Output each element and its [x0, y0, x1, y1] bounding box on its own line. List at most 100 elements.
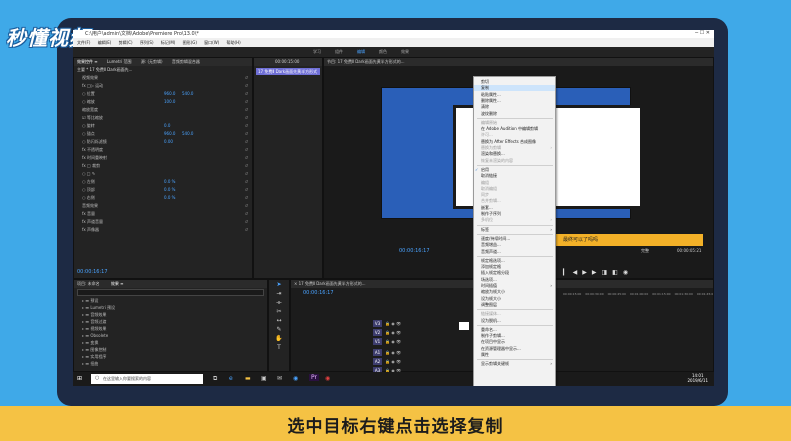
effects-list-item[interactable]: ▸ ▬ Lumetri 预设 [74, 304, 267, 311]
track-header[interactable]: A2 🔒 ◉ 👁 [373, 358, 463, 366]
pen-tool-icon[interactable]: ✎ [269, 325, 289, 334]
menu-item[interactable]: 音频声道... [474, 249, 555, 255]
effect-row[interactable]: ○ 缩放 100.0 ↺ [74, 98, 252, 106]
track-select-icon[interactable]: ⇥ [269, 289, 289, 298]
menu-item[interactable]: 标签 [474, 227, 555, 233]
effect-row[interactable]: fx 不透明度 ↺ [74, 146, 252, 154]
task-view-icon[interactable]: ⧉ [213, 375, 217, 383]
folder-icon[interactable]: ▬ [245, 375, 251, 382]
reset-icon[interactable]: ↺ [245, 90, 248, 98]
program-fit-select[interactable]: 完整 [641, 248, 649, 254]
minimize-icon[interactable]: ─ [695, 30, 698, 36]
menu-item[interactable]: 启用 [474, 167, 555, 173]
effect-row[interactable]: ○ □ ✎ ↺ [74, 170, 252, 178]
tab-source[interactable]: 源: (无剪辑) [141, 59, 163, 64]
track-name[interactable]: A2 [373, 358, 382, 365]
menu-item[interactable]: 取消链接 [474, 173, 555, 179]
menu-item[interactable]: 场选项... [474, 277, 555, 283]
effects-list-item[interactable]: ▸ ▬ 视频效果 [74, 325, 267, 332]
menu-item[interactable]: 重命名... [474, 327, 555, 333]
reset-icon[interactable]: ↺ [245, 122, 248, 130]
maximize-icon[interactable]: ☐ [700, 30, 704, 36]
tab-lumetri-scopes[interactable]: Lumetri 范围 [107, 59, 132, 64]
menu-item[interactable]: 在项目中显示 [474, 339, 555, 345]
track-toggle-icon[interactable]: 🔒 ◉ 👁 [385, 330, 401, 335]
hand-tool-icon[interactable]: ✋ [269, 334, 289, 343]
menu-item[interactable]: 音频增益... [474, 242, 555, 248]
track-header[interactable]: V1 🔒 ◉ 👁 [373, 338, 463, 346]
menu-item[interactable]: 属性 [474, 352, 555, 358]
reset-icon[interactable]: ↺ [245, 194, 248, 202]
program-monitor-tab[interactable]: 节目: 17 免费Ⅱ Dark画面先黄半方形式的... [324, 58, 713, 66]
effect-controls-timecode[interactable]: 00:00:16:17 [77, 269, 108, 275]
effect-row-value[interactable]: 960.0 [164, 130, 175, 138]
menu-item[interactable]: 设为帧大小 [474, 296, 555, 302]
app-icon[interactable]: ◉ [293, 375, 298, 382]
camera-icon[interactable]: ◉ [623, 269, 633, 276]
menu-item[interactable]: 嵌套... [474, 205, 555, 211]
timeline-timecode[interactable]: 00:00:16:17 [303, 290, 334, 296]
effect-row[interactable]: ○ 旋转 0.0 ↺ [74, 122, 252, 130]
track-toggle-icon[interactable]: 🔒 ◉ 👁 [385, 350, 401, 355]
effect-row-value-2[interactable]: 540.0 [182, 130, 193, 138]
reset-icon[interactable]: ↺ [245, 74, 248, 82]
effect-row[interactable]: fx 声道音量 ↺ [74, 218, 252, 226]
timeline-ruler[interactable]: 00:00:15:00 00:00:30:00 00:00:45:00 00:01:0… [563, 292, 713, 296]
menu-graphics[interactable]: 图形(G) [183, 40, 197, 45]
effect-row[interactable]: ○ 位置 960.0 540.0 ↺ [74, 90, 252, 98]
effect-row[interactable]: fx 声像器 ↺ [74, 226, 252, 234]
reset-icon[interactable]: ↺ [245, 210, 248, 218]
taskbar-clock[interactable]: 14:01 2019/6/11 [687, 373, 708, 383]
menu-item[interactable]: 替换为 After Effects 合成图像 [474, 139, 555, 145]
menu-item[interactable]: 显示剪辑关键帧 [474, 361, 555, 367]
windows-start-icon[interactable]: ⊞ [77, 375, 82, 382]
menu-marker[interactable]: 标记(M) [161, 40, 176, 45]
reset-icon[interactable]: ↺ [245, 154, 248, 162]
effect-row[interactable]: fx □ 裁剪 ↺ [74, 162, 252, 170]
effect-row-value[interactable]: 100.0 [164, 98, 175, 106]
mail-icon[interactable]: ✉ [277, 375, 282, 382]
track-header[interactable]: V2 🔒 ◉ 👁 [373, 329, 463, 337]
menu-item[interactable]: 粘贴属性... [474, 92, 555, 98]
track-name[interactable]: A1 [373, 349, 382, 356]
track-header[interactable]: A1 🔒 ◉ 👁 [373, 349, 463, 357]
effect-row[interactable]: 缩放宽度 ↺ [74, 106, 252, 114]
menu-item[interactable]: 帧定格选项... [474, 258, 555, 264]
workspace-color[interactable]: 颜色 [379, 47, 387, 57]
browser-icon[interactable]: e [229, 375, 233, 382]
effects-search-input[interactable] [77, 289, 264, 296]
reset-icon[interactable]: ↺ [245, 106, 248, 114]
effect-row[interactable]: fx 音量 ↺ [74, 210, 252, 218]
extract-icon[interactable]: ◧ [612, 269, 623, 276]
effect-row[interactable]: ○ 左侧 0.0 % ↺ [74, 178, 252, 186]
reset-icon[interactable]: ↺ [245, 138, 248, 146]
effects-list-item[interactable]: ▸ ▬ 音频过渡 [74, 318, 267, 325]
effects-list-item[interactable]: ▸ ▬ 实用程序 [74, 353, 267, 360]
menu-help[interactable]: 帮助(H) [227, 40, 241, 45]
effect-row[interactable]: ☑ 等比缩放 ↺ [74, 114, 252, 122]
play-icon[interactable]: ▶ [582, 269, 592, 276]
track-name[interactable]: V2 [373, 329, 382, 336]
media-icon[interactable]: ◉ [325, 375, 330, 382]
menu-item[interactable]: 缩放为帧大小 [474, 289, 555, 295]
menu-item[interactable]: 在资源管理器中显示... [474, 346, 555, 352]
track-name[interactable]: V3 [373, 320, 382, 327]
effect-row[interactable]: fx 时间重映射 ↺ [74, 154, 252, 162]
mini-clip-bar[interactable]: 17 免费Ⅱ Dark画面先黄半方形式 [256, 68, 320, 75]
razor-tool-icon[interactable]: ✂ [269, 307, 289, 316]
slip-tool-icon[interactable]: ↔ [269, 316, 289, 325]
effect-row-value[interactable]: 0.0 % [164, 178, 175, 186]
effects-list-item[interactable]: ▸ ▬ 音频效果 [74, 311, 267, 318]
reset-icon[interactable]: ↺ [245, 162, 248, 170]
effects-list-item[interactable]: ▸ ▬ 预设 [74, 297, 267, 304]
effect-row[interactable]: 视频效果 ↺ [74, 74, 252, 82]
mark-in-icon[interactable]: ▎ [563, 269, 573, 276]
menu-item[interactable]: 速度/持续时间... [474, 236, 555, 242]
effect-row[interactable]: ○ 防闪烁滤镜 0.00 ↺ [74, 138, 252, 146]
reset-icon[interactable]: ↺ [245, 202, 248, 210]
premiere-icon[interactable]: Pr [309, 374, 319, 381]
effects-list-item[interactable]: ▸ ▬ Obsolete [74, 332, 267, 339]
reset-icon[interactable]: ↺ [245, 130, 248, 138]
menu-edit[interactable]: 编辑(E) [98, 40, 112, 45]
lift-icon[interactable]: ◨ [602, 269, 613, 276]
